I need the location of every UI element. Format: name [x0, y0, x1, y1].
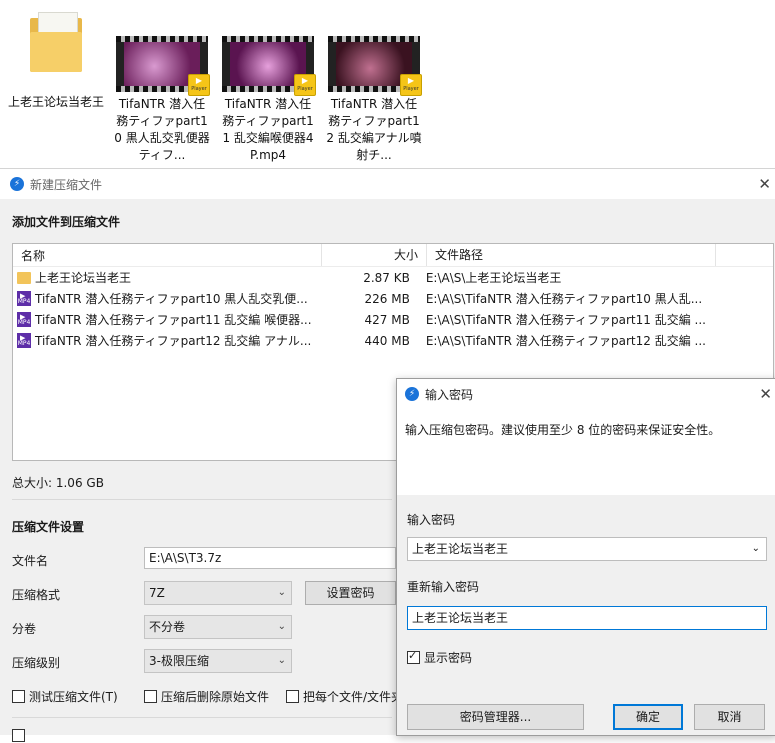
file-row[interactable]: MP4 TifaNTR 潜入任務ティファpart12 乱交編 アナル... 440… [13, 330, 773, 351]
file-size: 226 MB [364, 291, 410, 306]
more-checkbox[interactable] [12, 729, 29, 743]
checkbox-label: 把每个文件/文件夹 [303, 690, 396, 704]
total-size: 总大小: 1.06 GB [12, 476, 104, 490]
file-name: TifaNTR 潜入任務ティファpart10 黒人乱交乳便... [35, 292, 308, 306]
column-path[interactable]: 文件路径 [427, 244, 716, 266]
description-panel: 输入压缩包密码。建议使用至少 8 位的密码来保证安全性。 [397, 409, 775, 495]
desktop-video-part11[interactable]: Player TifaNTR 潜入任務ティファpart11 乱交編喉便器4P.m… [218, 6, 318, 164]
password-value: 上老王论坛当老王 [412, 542, 509, 556]
mp4-file-icon: MP4 [17, 311, 31, 328]
format-label: 压缩格式 [12, 588, 61, 602]
chevron-down-icon[interactable]: ⌄ [752, 538, 760, 560]
file-row[interactable]: 上老王论坛当老王 2.87 KB E:\A\S\上老王论坛当老王 [13, 267, 773, 288]
close-icon[interactable]: ✕ [759, 385, 772, 403]
ok-button[interactable]: 确定 [613, 704, 683, 730]
level-value: 3-极限压缩 [149, 654, 209, 668]
divider [12, 717, 392, 718]
password-titlebar: ⚡ 输入密码 ✕ [397, 379, 775, 409]
desktop-video-part12[interactable]: Player TifaNTR 潜入任務ティファpart12 乱交編アナル噴射チ.… [324, 6, 424, 164]
confirm-password-input[interactable]: 上老王论坛当老王 [407, 606, 767, 630]
level-select[interactable]: 3-极限压缩 ⌄ [144, 649, 292, 673]
checkbox-icon [144, 690, 157, 703]
file-row[interactable]: MP4 TifaNTR 潜入任務ティファpart10 黒人乱交乳便... 226 … [13, 288, 773, 309]
file-path: E:\A\S\TifaNTR 潜入任務ティファpart12 乱交編 ... [425, 334, 706, 348]
cancel-button[interactable]: 取消 [694, 704, 765, 730]
chevron-down-icon: ⌄ [277, 655, 286, 666]
checkbox-icon [12, 729, 25, 742]
file-path: E:\A\S\上老王论坛当老王 [425, 271, 562, 285]
dialog-titlebar: ⚡ 新建压缩文件 ✕ [0, 169, 775, 199]
volume-label: 分卷 [12, 622, 37, 636]
video-thumbnail-icon: Player [222, 36, 316, 96]
file-name: TifaNTR 潜入任務ティファpart11 乱交編 喉便器... [35, 313, 312, 327]
format-select[interactable]: 7Z ⌄ [144, 581, 292, 605]
volume-value: 不分卷 [149, 620, 186, 634]
file-name: TifaNTR 潜入任務ティファpart12 乱交編 アナル... [35, 334, 312, 348]
chevron-down-icon: ⌄ [277, 587, 286, 598]
file-list-header: 名称 大小 文件路径 [13, 244, 773, 267]
desktop-item-label: TifaNTR 潜入任務ティファpart11 乱交編喉便器4P.mp4 [222, 97, 314, 162]
desktop-folder[interactable]: 上老王论坛当老王 [6, 6, 106, 111]
bandizip-logo-icon: ⚡ [405, 387, 419, 401]
password-label: 输入密码 [407, 513, 456, 527]
dialog-title: 新建压缩文件 [30, 177, 103, 192]
checkbox-icon [12, 690, 25, 703]
checkbox-checked-icon [407, 649, 420, 664]
password-manager-button[interactable]: 密码管理器... [407, 704, 584, 730]
level-label: 压缩级别 [12, 656, 61, 670]
confirm-password-label: 重新输入密码 [407, 580, 480, 594]
chevron-down-icon: ⌄ [277, 621, 286, 632]
show-password-label: 显示密码 [424, 651, 473, 665]
folder-icon [30, 12, 82, 72]
volume-select[interactable]: 不分卷 ⌄ [144, 615, 292, 639]
file-size: 427 MB [364, 312, 410, 327]
close-icon[interactable]: ✕ [758, 175, 771, 193]
password-input[interactable]: 上老王论坛当老王 ⌄ [407, 537, 767, 561]
show-password-checkbox[interactable]: 显示密码 [407, 649, 472, 666]
player-badge-icon: Player [188, 67, 210, 96]
file-row[interactable]: MP4 TifaNTR 潜入任務ティファpart11 乱交編 喉便器... 427… [13, 309, 773, 330]
column-name[interactable]: 名称 [13, 247, 321, 264]
file-size: 2.87 KB [363, 270, 410, 285]
test-archive-checkbox[interactable]: 测试压缩文件(T) [12, 688, 118, 705]
player-badge-icon: Player [294, 67, 316, 96]
mp4-file-icon: MP4 [17, 332, 31, 349]
add-files-heading: 添加文件到压缩文件 [12, 215, 121, 229]
password-description: 输入压缩包密码。建议使用至少 8 位的密码来保证安全性。 [405, 423, 721, 437]
checkbox-label: 压缩后删除原始文件 [161, 690, 270, 704]
password-dialog: ⚡ 输入密码 ✕ 输入压缩包密码。建议使用至少 8 位的密码来保证安全性。 输入… [396, 378, 775, 736]
checkbox-label: 测试压缩文件(T) [29, 690, 118, 704]
desktop-item-label: 上老王论坛当老王 [8, 95, 105, 109]
settings-heading: 压缩文件设置 [12, 520, 85, 534]
video-thumbnail-icon: Player [116, 36, 210, 96]
file-path: E:\A\S\TifaNTR 潜入任務ティファpart11 乱交編 ... [425, 313, 706, 327]
mp4-file-icon: MP4 [17, 290, 31, 307]
format-value: 7Z [149, 586, 165, 600]
each-file-checkbox[interactable]: 把每个文件/文件夹 [286, 688, 396, 705]
desktop-video-part10[interactable]: Player TifaNTR 潜入任務ティファpart10 黒人乱交乳便器ティフ… [112, 6, 212, 164]
set-password-button[interactable]: 设置密码 [305, 581, 396, 605]
file-name: 上老王论坛当老王 [35, 271, 132, 285]
video-thumbnail-icon: Player [328, 36, 422, 96]
player-badge-icon: Player [400, 67, 422, 96]
file-size: 440 MB [364, 333, 410, 348]
column-size[interactable]: 大小 [321, 244, 427, 266]
folder-icon [17, 271, 31, 284]
filename-label: 文件名 [12, 554, 49, 568]
desktop-item-label: TifaNTR 潜入任務ティファpart10 黒人乱交乳便器ティフ... [114, 97, 210, 162]
file-path: E:\A\S\TifaNTR 潜入任務ティファpart10 黒人乱... [425, 292, 703, 306]
password-dialog-title: 输入密码 [425, 387, 474, 402]
checkbox-icon [286, 690, 299, 703]
filename-field[interactable]: E:\A\S\T3.7z [144, 547, 396, 569]
desktop-item-label: TifaNTR 潜入任務ティファpart12 乱交編アナル噴射チ... [326, 97, 422, 162]
delete-after-checkbox[interactable]: 压缩后删除原始文件 [144, 688, 269, 705]
bandizip-logo-icon: ⚡ [10, 177, 24, 191]
divider [12, 499, 392, 500]
